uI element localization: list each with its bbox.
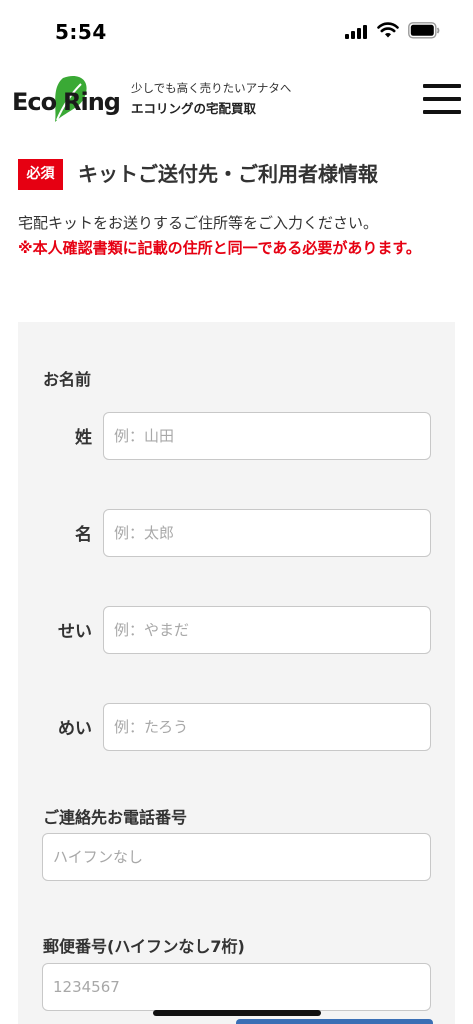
first-name-kana-input[interactable] xyxy=(103,703,431,751)
first-name-input[interactable] xyxy=(103,509,431,557)
last-name-kana-input[interactable] xyxy=(103,606,431,654)
svg-text:Eco: Eco xyxy=(12,88,57,116)
cellular-signal-icon xyxy=(345,25,367,39)
last-name-label: 姓 xyxy=(75,428,92,448)
header-brand: エコリングの宅配買取 xyxy=(131,101,257,116)
required-badge: 必須 xyxy=(18,159,63,190)
battery-icon xyxy=(408,22,440,39)
last-name-kana-label: せい xyxy=(58,622,92,642)
hamburger-menu-icon[interactable] xyxy=(423,84,461,114)
last-name-input[interactable] xyxy=(103,412,431,460)
svg-text:Ring: Ring xyxy=(63,88,120,116)
address-search-button[interactable] xyxy=(236,1019,433,1024)
header-tagline: 少しでも高く売りたいアナタへ xyxy=(131,81,292,95)
first-name-kana-label: めい xyxy=(58,719,92,739)
wifi-icon xyxy=(377,22,399,38)
home-indicator[interactable] xyxy=(153,1010,321,1016)
phone-field-title: ご連絡先お電話番号 xyxy=(43,808,188,827)
address-warning: ※本人確認書類に記載の住所と同一である必要があります。 xyxy=(18,239,421,257)
section-intro: 宅配キットをお送りするご住所等をご入力ください。 xyxy=(18,214,379,232)
zip-field-title: 郵便番号(ハイフンなし7桁) xyxy=(43,937,245,956)
ecoring-logo[interactable]: Eco Ring xyxy=(11,74,123,126)
status-time: 5:54 xyxy=(55,20,107,44)
zip-code-input[interactable] xyxy=(42,963,431,1011)
phone-input[interactable] xyxy=(42,833,431,881)
name-field-title: お名前 xyxy=(43,370,92,389)
status-bar: 5:54 xyxy=(0,0,473,62)
section-title: キットご送付先・ご利用者様情報 xyxy=(78,162,378,186)
site-header: Eco Ring 少しでも高く売りたいアナタへ エコリングの宅配買取 xyxy=(0,68,473,132)
first-name-label: 名 xyxy=(75,525,92,545)
